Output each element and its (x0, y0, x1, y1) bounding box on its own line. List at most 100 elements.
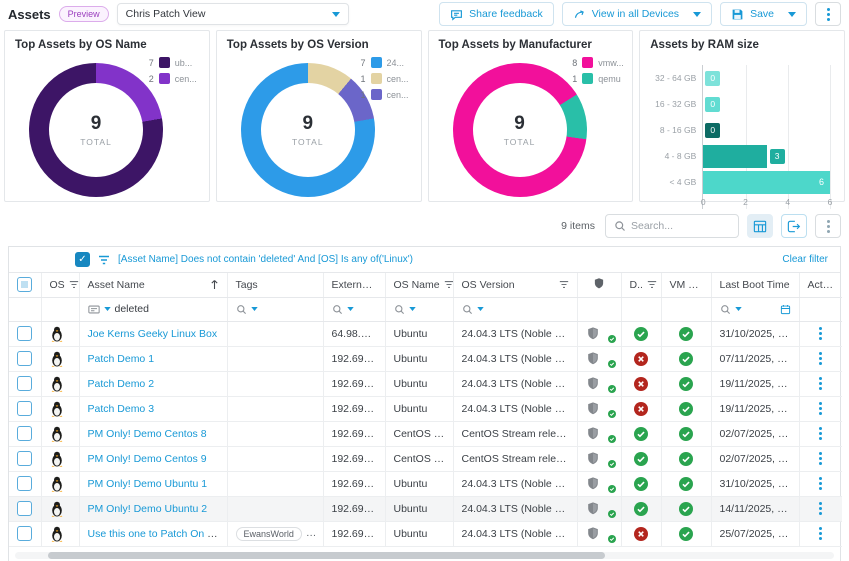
row-checkbox[interactable] (17, 376, 32, 391)
row-select-cell[interactable] (9, 346, 41, 371)
col-header-os[interactable]: OS (41, 273, 79, 297)
search-input[interactable] (631, 220, 721, 232)
share-feedback-button[interactable]: Share feedback (439, 2, 554, 26)
row-select-cell[interactable] (9, 521, 41, 546)
asset-name-filter-value[interactable]: deleted (115, 303, 149, 315)
row-checkbox[interactable] (17, 351, 32, 366)
search-icon[interactable] (236, 304, 247, 315)
col-header-d[interactable]: D.. (621, 273, 661, 297)
column-filter-icon[interactable] (444, 280, 453, 289)
clear-filter-link[interactable]: Clear filter (782, 254, 828, 265)
filter-operator-icon[interactable] (88, 305, 100, 314)
col-header-os-name[interactable]: OS Name (385, 273, 453, 297)
row-actions-cell[interactable] (799, 371, 842, 396)
column-filter-icon[interactable] (559, 280, 569, 289)
legend-item[interactable]: 7ub... (149, 57, 201, 68)
filter-enabled-checkbox[interactable]: ✓ (75, 252, 90, 267)
search-box[interactable] (605, 214, 739, 238)
row-actions-cell[interactable] (799, 471, 842, 496)
tag-pill[interactable]: EwansWorld (236, 527, 302, 541)
filter-cell-asset-name[interactable]: deleted (79, 297, 227, 321)
legend-item[interactable]: 724... (360, 57, 412, 68)
sort-ascending-icon[interactable] (210, 279, 219, 290)
row-checkbox[interactable] (17, 526, 32, 541)
column-filter-icon[interactable] (647, 280, 657, 289)
filter-cell-last-boot[interactable] (711, 297, 799, 321)
row-select-cell[interactable] (9, 446, 41, 471)
horizontal-scrollbar[interactable] (15, 552, 834, 559)
select-all-checkbox[interactable] (17, 277, 32, 292)
chevron-down-icon[interactable] (409, 307, 416, 311)
legend-item[interactable]: 1qemu (572, 73, 624, 84)
asset-name-link[interactable]: Patch Demo 1 (88, 353, 155, 365)
ram-bar-chart[interactable]: 32 - 64 GB16 - 32 GB8 - 16 GB4 - 8 GB< 4… (650, 65, 836, 209)
row-select-cell[interactable] (9, 371, 41, 396)
col-header-os-version[interactable]: OS Version (453, 273, 577, 297)
scrollbar-thumb[interactable] (48, 552, 605, 559)
row-checkbox[interactable] (17, 501, 32, 516)
col-header-security[interactable] (577, 273, 621, 297)
asset-name-link[interactable]: PM Only! Demo Centos 9 (88, 453, 207, 465)
filter-cell-tags[interactable] (227, 297, 323, 321)
donut-chart-os-version[interactable]: 9 TOTAL (241, 63, 375, 197)
row-checkbox[interactable] (17, 476, 32, 491)
row-actions-cell[interactable] (799, 496, 842, 521)
chevron-down-icon[interactable] (477, 307, 484, 311)
search-icon[interactable] (720, 304, 731, 315)
view-in-all-devices-button[interactable]: View in all Devices (562, 2, 712, 26)
bar-row[interactable]: 0 (703, 65, 830, 91)
col-header-vm-status[interactable]: VM Sta... (661, 273, 711, 297)
row-select-cell[interactable] (9, 471, 41, 496)
row-select-cell[interactable] (9, 421, 41, 446)
filter-cell-os-name[interactable] (385, 297, 453, 321)
columns-settings-button[interactable] (747, 214, 773, 238)
asset-name-link[interactable]: Use this one to Patch On Demand (88, 528, 228, 540)
row-select-cell[interactable] (9, 496, 41, 521)
filter-cell-os[interactable] (41, 297, 79, 321)
donut-chart-manufacturer[interactable]: 9 TOTAL (453, 63, 587, 197)
row-checkbox[interactable] (17, 426, 32, 441)
legend-item[interactable]: 1cen... (360, 89, 412, 100)
row-select-cell[interactable] (9, 396, 41, 421)
legend-item[interactable]: 2cen... (149, 73, 201, 84)
col-header-asset-name[interactable]: Asset Name (79, 273, 227, 297)
select-all-header[interactable] (9, 273, 41, 297)
row-checkbox[interactable] (17, 326, 32, 341)
asset-name-link[interactable]: Patch Demo 2 (88, 378, 155, 390)
search-icon[interactable] (462, 304, 473, 315)
asset-name-link[interactable]: PM Only! Demo Ubuntu 1 (88, 478, 208, 490)
row-actions-cell[interactable] (799, 346, 842, 371)
row-select-cell[interactable] (9, 321, 41, 346)
row-actions-cell[interactable] (799, 446, 842, 471)
row-actions-cell[interactable] (799, 421, 842, 446)
row-actions-cell[interactable] (799, 521, 842, 546)
row-checkbox[interactable] (17, 401, 32, 416)
chevron-down-icon[interactable] (735, 307, 742, 311)
asset-name-link[interactable]: Patch Demo 3 (88, 403, 155, 415)
save-button[interactable]: Save (720, 2, 807, 26)
col-header-tags[interactable]: Tags (227, 273, 323, 297)
bar-row[interactable]: 6 (703, 169, 830, 195)
chevron-down-icon[interactable] (693, 12, 701, 17)
bar[interactable] (703, 145, 766, 168)
chevron-down-icon[interactable] (251, 307, 258, 311)
row-actions-cell[interactable] (799, 321, 842, 346)
more-options-button[interactable] (815, 2, 841, 26)
row-checkbox[interactable] (17, 451, 32, 466)
calendar-icon[interactable] (780, 304, 791, 315)
chevron-down-icon[interactable] (104, 307, 111, 311)
filter-expression[interactable]: [Asset Name] Does not contain 'deleted' … (118, 254, 774, 265)
legend-item[interactable]: 1cen... (360, 73, 412, 84)
filter-cell-os-version[interactable] (453, 297, 577, 321)
view-selector[interactable]: Chris Patch View (117, 3, 349, 25)
asset-name-link[interactable]: PM Only! Demo Centos 8 (88, 428, 207, 440)
search-icon[interactable] (332, 304, 343, 315)
legend-item[interactable]: 8vmw... (572, 57, 624, 68)
chevron-down-icon[interactable] (788, 12, 796, 17)
filter-cell-external-ip[interactable] (323, 297, 385, 321)
col-header-last-boot[interactable]: Last Boot Time (711, 273, 799, 297)
asset-name-link[interactable]: Joe Kerns Geeky Linux Box (88, 328, 218, 340)
chevron-down-icon[interactable] (347, 307, 354, 311)
bar[interactable] (703, 171, 830, 194)
column-filter-icon[interactable] (69, 280, 79, 289)
